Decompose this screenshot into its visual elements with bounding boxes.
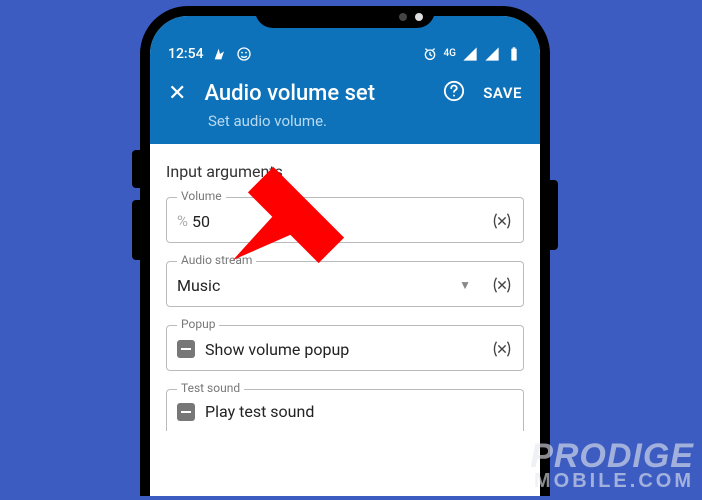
save-button[interactable]: SAVE [483, 84, 522, 102]
screen: 12:54 4G ✕ Audio volume set S [150, 16, 540, 496]
phone-frame: 12:54 4G ✕ Audio volume set S [140, 6, 550, 496]
audiostream-label: Audio stream [177, 253, 256, 267]
testsound-field[interactable]: Test sound Play test sound [166, 389, 524, 431]
signal-icon [462, 46, 478, 62]
popup-field[interactable]: Popup Show volume popup [166, 325, 524, 371]
watermark: PRODIGE MOBILE.COM [530, 441, 694, 490]
watermark-line2: MOBILE.COM [530, 472, 694, 490]
battery-icon [506, 46, 522, 62]
variable-icon[interactable] [491, 274, 513, 296]
alarm-icon [422, 46, 438, 62]
popup-label: Popup [177, 317, 219, 331]
watermark-line1: PRODIGE [530, 441, 694, 472]
popup-value: Show volume popup [205, 340, 485, 359]
status-bar: 12:54 4G [168, 44, 522, 64]
smiley-icon [236, 46, 252, 62]
volume-value[interactable]: 50 [192, 212, 485, 231]
status-icon [212, 46, 228, 62]
phone-notch [255, 6, 435, 28]
signal2-icon [484, 46, 500, 62]
variable-icon[interactable] [491, 210, 513, 232]
volume-field[interactable]: Volume % 50 [166, 197, 524, 243]
help-icon[interactable] [443, 80, 465, 106]
testsound-label: Test sound [177, 381, 244, 395]
page-title: Audio volume set [204, 81, 425, 106]
close-icon[interactable]: ✕ [168, 81, 186, 106]
network-label: 4G [444, 49, 457, 59]
page-subtitle: Set audio volume. [208, 112, 522, 130]
chevron-down-icon[interactable]: ▼ [459, 278, 471, 292]
volume-label: Volume [177, 189, 226, 203]
content: Input arguments Volume % 50 Audio stream… [150, 144, 540, 431]
app-header: 12:54 4G ✕ Audio volume set S [150, 16, 540, 144]
testsound-value: Play test sound [205, 402, 513, 421]
status-time: 12:54 [168, 46, 204, 62]
percent-icon: % [177, 212, 188, 230]
testsound-checkbox[interactable] [177, 403, 195, 421]
audiostream-value[interactable]: Music [177, 276, 459, 295]
variable-icon[interactable] [491, 338, 513, 360]
section-title: Input arguments [166, 162, 524, 181]
popup-checkbox[interactable] [177, 340, 195, 358]
app-bar: ✕ Audio volume set SAVE [168, 80, 522, 106]
audiostream-field[interactable]: Audio stream Music ▼ [166, 261, 524, 307]
